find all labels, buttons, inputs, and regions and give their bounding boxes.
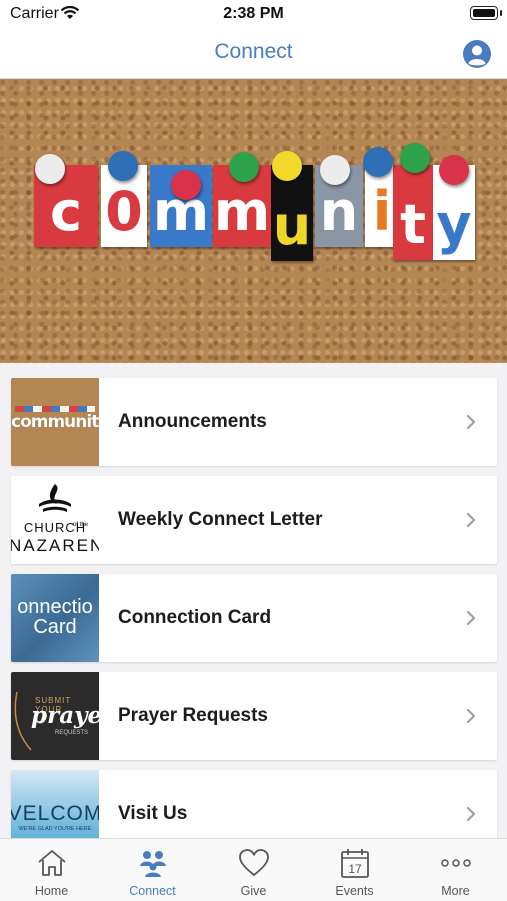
tab-give[interactable]: Give [203,839,304,901]
pushpin [171,170,201,200]
letter-tile: t [393,165,433,260]
announcements-thumbnail: community [11,378,99,466]
calendar-day: 17 [348,862,362,876]
tab-home[interactable]: Home [1,839,102,901]
tab-more[interactable]: More [405,839,506,901]
thumb-line: VELCOM [11,802,99,825]
calendar-icon: 17 [341,849,369,878]
tab-label: Give [240,884,267,898]
profile-icon[interactable] [462,39,492,69]
list-item-connection-card[interactable]: onnectio Card Connection Card [11,574,497,662]
prayer-thumbnail: SUBMIT YOUR praye REQUESTS [11,672,99,760]
thumb-line: REQUESTS [55,730,89,736]
community-letters: c 0 m m u n i t y [0,79,507,363]
list-item-announcements[interactable]: community Announcements [11,378,497,466]
chevron-right-icon [466,806,476,822]
church-logo-thumbnail: CHURCH of the NAZAREN [11,476,99,564]
tab-label: Connect [129,884,176,898]
pushpin [108,151,138,181]
pushpin [272,151,302,181]
flame-logo-icon [39,484,71,512]
connection-card-thumbnail: onnectio Card [11,574,99,662]
chevron-right-icon [466,708,476,724]
people-icon [140,851,166,877]
tab-connect[interactable]: Connect [102,839,203,901]
thumbnail-text: community [11,412,99,432]
pushpin [439,155,469,185]
pushpin [320,155,350,185]
hero-banner: c 0 m m u n i t y [0,79,507,363]
status-bar: Carrier 2:38 PM [0,0,507,30]
battery-icon [470,6,502,20]
page-title: Connect [214,40,293,63]
connect-list: community Announcements CHURCH of the NA… [11,378,497,868]
row-label: Prayer Requests [118,705,268,726]
more-icon [441,859,471,867]
thumb-line: WE'RE GLAD YOU'RE HERE [18,826,92,832]
pushpin [229,152,259,182]
tab-bar: Home Connect Give 17 Events More [0,838,507,901]
row-label: Announcements [118,411,267,432]
list-item-weekly-connect-letter[interactable]: CHURCH of the NAZAREN Weekly Connect Let… [11,476,497,564]
chevron-right-icon [466,512,476,528]
tab-label: More [441,884,470,898]
thumb-line: praye [31,702,99,729]
thumb-line: Card [33,616,77,638]
pushpin [363,147,393,177]
tab-label: Home [34,884,69,898]
navigation-bar: Connect [0,30,507,79]
pushpin [400,143,430,173]
chevron-right-icon [466,414,476,430]
pushpin [35,154,65,184]
chevron-right-icon [466,610,476,626]
row-label: Weekly Connect Letter [118,509,323,530]
tab-label: Events [335,884,374,898]
list-item-prayer-requests[interactable]: SUBMIT YOUR praye REQUESTS Prayer Reques… [11,672,497,760]
tab-events[interactable]: 17 Events [304,839,405,901]
heart-icon [239,849,269,877]
nazarene-line: NAZAREN [11,536,99,555]
clock: 2:38 PM [223,5,284,22]
home-icon [38,850,66,876]
row-label: Connection Card [118,607,272,628]
of-the-line: of the [73,522,89,528]
